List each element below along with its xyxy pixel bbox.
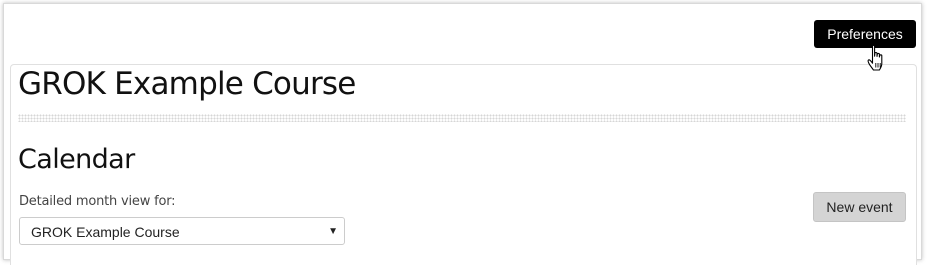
course-select-value: GROK Example Course [31,224,180,240]
month-view-label: Detailed month view for: [19,194,176,209]
new-event-button[interactable]: New event [813,192,906,222]
course-title: GROK Example Course [18,66,356,102]
dropdown-arrow-icon: ▼ [328,226,338,237]
course-select[interactable]: GROK Example Course ▼ [19,217,345,245]
hand-pointer-icon [867,44,883,71]
calendar-heading: Calendar [18,144,135,175]
preferences-button[interactable]: Preferences [814,20,916,48]
section-divider [18,114,906,122]
